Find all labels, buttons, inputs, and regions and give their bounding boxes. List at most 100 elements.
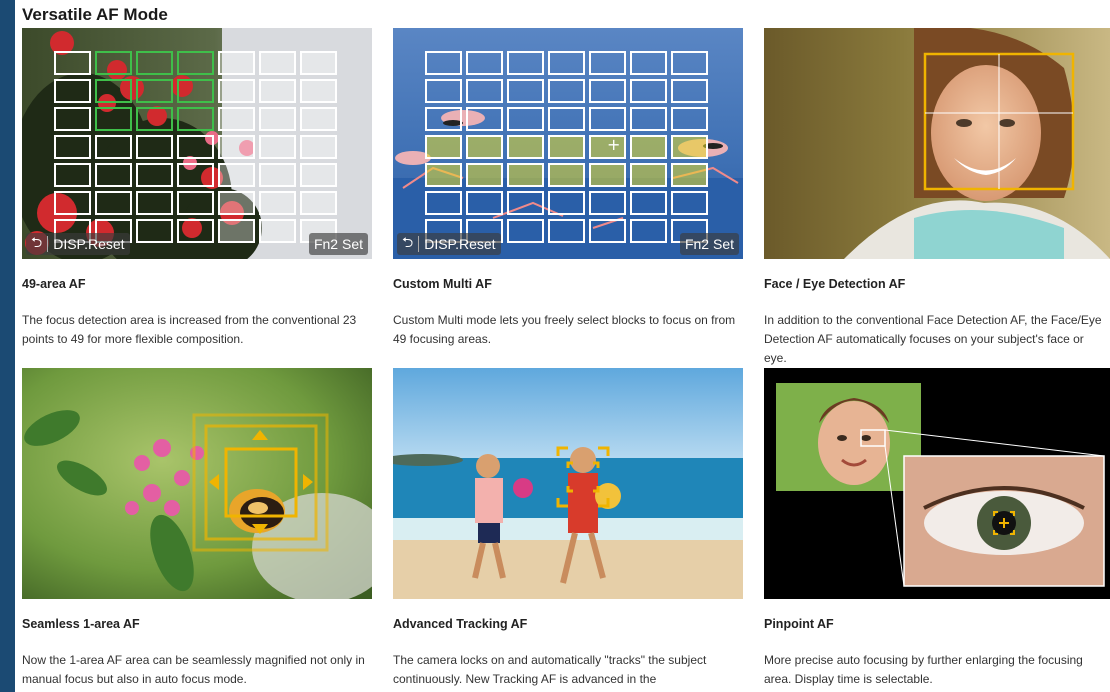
af-grid-cell [671,107,708,131]
af-grid-cell [671,163,708,187]
af-grid-cell [548,107,585,131]
card-pinpoint-af: Pinpoint AF More precise auto focusing b… [764,368,1110,692]
af-grid-cell [177,135,214,159]
af-grid-cell [507,51,544,75]
disp-reset-label: DISP.Reset [424,236,496,252]
eye-magnified [903,455,1105,587]
fn2-set-label: Fn2 Set [313,236,363,252]
af-grid-cell [259,107,296,131]
af-grid-cell [136,191,173,215]
af-grid-cell [466,107,503,131]
af-grid-cell [507,163,544,187]
flower-af-grid-image: ⮌ DISP.Reset Fn2 Set [22,28,372,259]
overlay-bar-right: Fn2 Set [308,233,368,255]
af-grid-cell [177,107,214,131]
pinpoint-scene [764,368,1110,599]
af-grid-cell [95,191,132,215]
af-49-grid [54,51,337,243]
af-1-area-frame [192,413,329,552]
af-grid-cell [548,191,585,215]
af-grid-cell [671,79,708,103]
af-grid-cell [54,163,91,187]
overlay-bar-left: ⮌ DISP.Reset [26,233,130,255]
card-custom-multi-af: + ⮌ DISP.Reset Fn2 Set Custom Multi AF C… [393,28,743,348]
af-grid-cell [589,219,626,243]
af-grid-cell [54,107,91,131]
tracking-af-frame [556,446,610,508]
card-description: The camera locks on and automatically "t… [393,653,707,686]
card-face-eye-detection-af: Face / Eye Detection AF In addition to t… [764,28,1110,365]
card-title: Custom Multi AF [393,277,492,291]
af-grid-cell [425,191,462,215]
af-grid-cell [300,107,337,131]
fn2-set-label: Fn2 Set [684,236,734,252]
smiling-woman-face-detection-image [764,28,1110,259]
af-grid-cell [136,79,173,103]
af-grid-cell [466,163,503,187]
card-description: Custom Multi mode lets you freely select… [393,313,736,346]
af-grid-cell [548,135,585,159]
af-grid-cell [548,219,585,243]
card-title: Seamless 1-area AF [22,617,140,631]
af-grid-cell [589,191,626,215]
af-grid-cell [300,163,337,187]
af-grid-cell [425,79,462,103]
butterfly-flower-1-area-image [22,368,372,599]
card-description: Now the 1-area AF area can be seamlessly… [22,653,365,686]
af-grid-cell [54,191,91,215]
af-grid-cell [507,135,544,159]
af-grid-cell [589,79,626,103]
card-title: 49-area AF [22,277,86,291]
af-grid-cell [589,107,626,131]
disp-reset-label: DISP.Reset [53,236,125,252]
af-custom-multi-grid: + [425,51,708,243]
af-grid-cell [218,191,255,215]
af-grid-cell [136,163,173,187]
af-grid-cell [425,107,462,131]
af-grid-cell [177,51,214,75]
af-grid-cell [259,79,296,103]
af-grid-cell [548,79,585,103]
card-advanced-tracking-af: Advanced Tracking AF The camera locks on… [393,368,743,692]
af-grid-cell [507,107,544,131]
af-grid-cell [54,79,91,103]
af-grid-cell [54,51,91,75]
face-detection-frame [923,52,1075,191]
af-grid-cell [466,135,503,159]
af-grid-cell [630,107,667,131]
af-grid-cell [671,51,708,75]
af-grid-cell [589,163,626,187]
af-grid-cell [177,79,214,103]
af-grid-cell [218,79,255,103]
af-grid-cell [218,219,255,243]
af-grid-cell [218,135,255,159]
af-grid-cell [95,79,132,103]
girl-thumbnail [776,383,921,491]
af-grid-cell [589,51,626,75]
card-description: In addition to the conventional Face Det… [764,313,1102,365]
overlay-bar-right: Fn2 Set [679,233,739,255]
card-description: More precise auto focusing by further en… [764,653,1083,686]
af-grid-cell [136,219,173,243]
af-grid-cell [671,191,708,215]
af-grid-cell [630,219,667,243]
left-accent-bar [0,0,15,692]
beach-children-tracking-image [393,368,743,599]
page-title: Versatile AF Mode [22,5,168,24]
af-grid-cell [425,135,462,159]
af-grid-cell [136,51,173,75]
af-grid-cell [548,51,585,75]
af-grid-cell [259,51,296,75]
af-grid-cell [630,163,667,187]
af-grid-cell [136,107,173,131]
af-grid-cell [466,79,503,103]
return-arrow-icon: ⮌ [402,234,414,250]
af-grid-cell [630,51,667,75]
af-grid-cell [259,135,296,159]
af-grid-cell [507,191,544,215]
af-grid-cell [630,191,667,215]
af-grid-cell [300,191,337,215]
af-grid-cell [425,51,462,75]
af-grid-cell [259,163,296,187]
af-grid-cell [548,163,585,187]
